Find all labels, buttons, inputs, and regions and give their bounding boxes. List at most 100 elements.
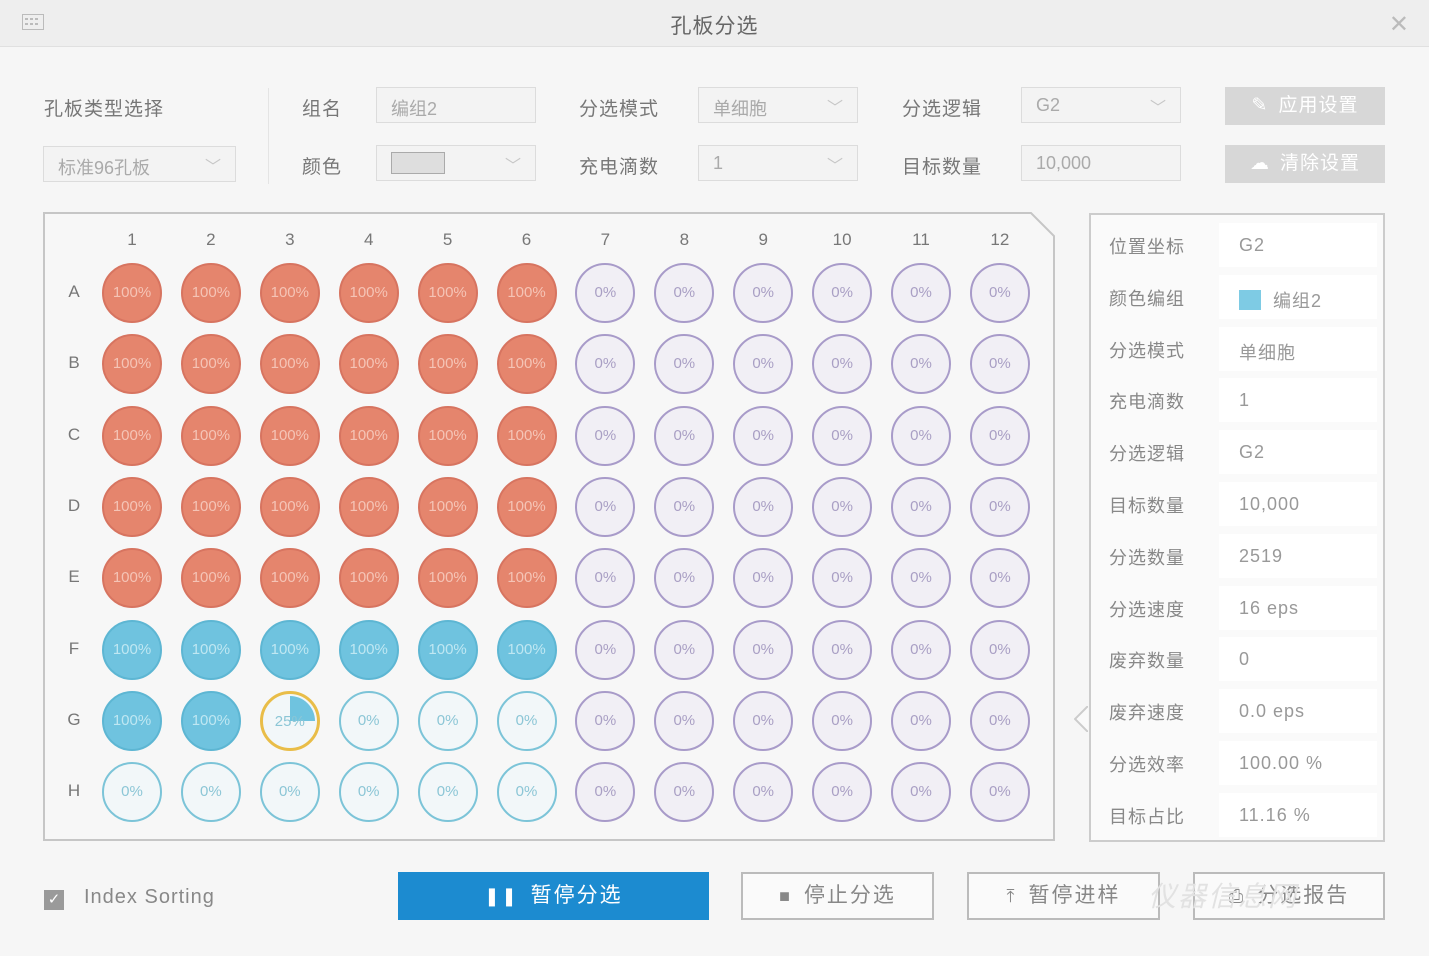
well-D1[interactable]: 100% bbox=[102, 476, 162, 537]
well-H6[interactable]: 0% bbox=[496, 762, 557, 823]
well-B10[interactable]: 0% bbox=[812, 334, 873, 395]
well-G11[interactable]: 0% bbox=[891, 690, 951, 751]
stop-sort-button[interactable]: ■ 停止分选 bbox=[741, 872, 934, 920]
well-D10[interactable]: 0% bbox=[812, 476, 873, 537]
well-E6[interactable]: 100% bbox=[496, 548, 557, 609]
well-C11[interactable]: 0% bbox=[891, 405, 951, 466]
well-A9[interactable]: 0% bbox=[733, 263, 794, 323]
well-F11[interactable]: 0% bbox=[891, 619, 951, 680]
charge-drops-select[interactable]: 1 ﹀ bbox=[698, 145, 858, 181]
well-E11[interactable]: 0% bbox=[891, 548, 951, 609]
close-icon[interactable]: ✕ bbox=[1389, 10, 1409, 39]
well-C4[interactable]: 100% bbox=[338, 405, 399, 466]
well-C6[interactable]: 100% bbox=[496, 405, 557, 466]
well-F12[interactable]: 0% bbox=[969, 619, 1030, 680]
well-H4[interactable]: 0% bbox=[338, 762, 399, 823]
well-C1[interactable]: 100% bbox=[102, 405, 162, 466]
well-C12[interactable]: 0% bbox=[969, 405, 1030, 466]
well-F10[interactable]: 0% bbox=[812, 619, 873, 680]
well-G8[interactable]: 0% bbox=[654, 690, 715, 751]
well-C2[interactable]: 100% bbox=[180, 405, 241, 466]
well-G10[interactable]: 0% bbox=[812, 690, 873, 751]
well-C3[interactable]: 100% bbox=[259, 405, 320, 466]
well-G6[interactable]: 0% bbox=[496, 690, 557, 751]
well-B11[interactable]: 0% bbox=[891, 334, 951, 395]
well-H5[interactable]: 0% bbox=[417, 762, 478, 823]
well-C10[interactable]: 0% bbox=[812, 405, 873, 466]
well-F6[interactable]: 100% bbox=[496, 619, 557, 680]
well-H11[interactable]: 0% bbox=[891, 762, 951, 823]
sort-mode-select[interactable]: 单细胞 ﹀ bbox=[698, 87, 858, 123]
well-C5[interactable]: 100% bbox=[417, 405, 478, 466]
well-E2[interactable]: 100% bbox=[180, 548, 241, 609]
well-F1[interactable]: 100% bbox=[102, 619, 162, 680]
well-E10[interactable]: 0% bbox=[812, 548, 873, 609]
well-B4[interactable]: 100% bbox=[338, 334, 399, 395]
well-E12[interactable]: 0% bbox=[969, 548, 1030, 609]
well-A2[interactable]: 100% bbox=[180, 263, 241, 323]
clear-settings-button[interactable]: ☁ 清除设置 bbox=[1225, 145, 1385, 183]
well-D7[interactable]: 0% bbox=[575, 476, 636, 537]
well-C9[interactable]: 0% bbox=[733, 405, 794, 466]
well-A3[interactable]: 100% bbox=[259, 263, 320, 323]
well-G1[interactable]: 100% bbox=[102, 690, 162, 751]
well-E3[interactable]: 100% bbox=[259, 548, 320, 609]
well-F2[interactable]: 100% bbox=[180, 619, 241, 680]
index-sorting-checkbox[interactable]: ✓ bbox=[44, 890, 64, 910]
well-D6[interactable]: 100% bbox=[496, 476, 557, 537]
well-F5[interactable]: 100% bbox=[417, 619, 478, 680]
well-B6[interactable]: 100% bbox=[496, 334, 557, 395]
well-G4[interactable]: 0% bbox=[338, 690, 399, 751]
well-G9[interactable]: 0% bbox=[733, 690, 794, 751]
well-D11[interactable]: 0% bbox=[891, 476, 951, 537]
well-C7[interactable]: 0% bbox=[575, 405, 636, 466]
pause-sample-button[interactable]: ⤒ 暂停进样 bbox=[967, 872, 1160, 920]
well-D9[interactable]: 0% bbox=[733, 476, 794, 537]
sort-logic-select[interactable]: G2 ﹀ bbox=[1021, 87, 1181, 123]
well-A12[interactable]: 0% bbox=[969, 263, 1030, 323]
well-D3[interactable]: 100% bbox=[259, 476, 320, 537]
well-H3[interactable]: 0% bbox=[259, 762, 320, 823]
plate-type-select[interactable]: 标准96孔板 ﹀ bbox=[43, 146, 236, 182]
well-A5[interactable]: 100% bbox=[417, 263, 478, 323]
well-C8[interactable]: 0% bbox=[654, 405, 715, 466]
sort-report-button[interactable]: ⎙ 分选报告 bbox=[1193, 872, 1385, 920]
well-A8[interactable]: 0% bbox=[654, 263, 715, 323]
well-F8[interactable]: 0% bbox=[654, 619, 715, 680]
well-G12[interactable]: 0% bbox=[969, 690, 1030, 751]
pause-sort-button[interactable]: ❚❚ 暂停分选 bbox=[398, 872, 709, 920]
well-F4[interactable]: 100% bbox=[338, 619, 399, 680]
well-A6[interactable]: 100% bbox=[496, 263, 557, 323]
well-H12[interactable]: 0% bbox=[969, 762, 1030, 823]
well-H1[interactable]: 0% bbox=[102, 762, 162, 823]
well-G5[interactable]: 0% bbox=[417, 690, 478, 751]
group-name-input[interactable]: 编组2 bbox=[376, 87, 536, 123]
well-G2[interactable]: 100% bbox=[180, 690, 241, 751]
well-F7[interactable]: 0% bbox=[575, 619, 636, 680]
well-H10[interactable]: 0% bbox=[812, 762, 873, 823]
well-A11[interactable]: 0% bbox=[891, 263, 951, 323]
well-H8[interactable]: 0% bbox=[654, 762, 715, 823]
well-E1[interactable]: 100% bbox=[102, 548, 162, 609]
well-B3[interactable]: 100% bbox=[259, 334, 320, 395]
well-E9[interactable]: 0% bbox=[733, 548, 794, 609]
well-D2[interactable]: 100% bbox=[180, 476, 241, 537]
well-D5[interactable]: 100% bbox=[417, 476, 478, 537]
well-F3[interactable]: 100% bbox=[259, 619, 320, 680]
well-A10[interactable]: 0% bbox=[812, 263, 873, 323]
well-H2[interactable]: 0% bbox=[180, 762, 241, 823]
well-B12[interactable]: 0% bbox=[969, 334, 1030, 395]
well-D12[interactable]: 0% bbox=[969, 476, 1030, 537]
well-D8[interactable]: 0% bbox=[654, 476, 715, 537]
well-G3[interactable]: 25% bbox=[259, 690, 320, 751]
well-E4[interactable]: 100% bbox=[338, 548, 399, 609]
color-select[interactable]: ﹀ bbox=[376, 145, 536, 181]
well-G7[interactable]: 0% bbox=[575, 690, 636, 751]
well-B5[interactable]: 100% bbox=[417, 334, 478, 395]
apply-settings-button[interactable]: ✎ 应用设置 bbox=[1225, 87, 1385, 125]
target-count-input[interactable]: 10,000 bbox=[1021, 145, 1181, 181]
well-A4[interactable]: 100% bbox=[338, 263, 399, 323]
well-H9[interactable]: 0% bbox=[733, 762, 794, 823]
well-D4[interactable]: 100% bbox=[338, 476, 399, 537]
well-E5[interactable]: 100% bbox=[417, 548, 478, 609]
